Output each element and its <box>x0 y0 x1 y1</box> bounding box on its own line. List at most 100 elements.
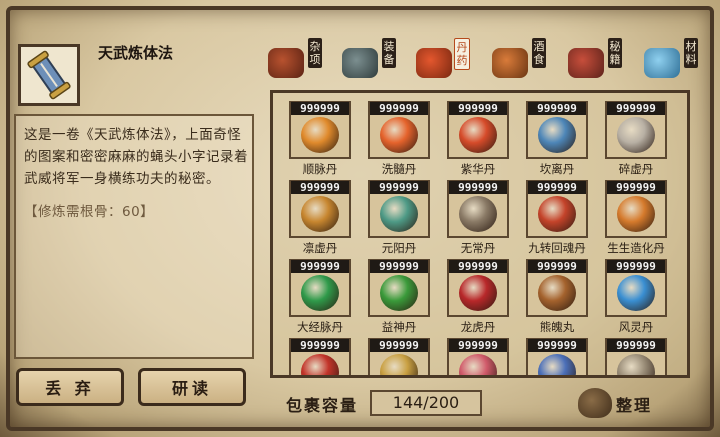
inventory-slot[interactable]: 999999 <box>524 338 590 375</box>
inventory-slot[interactable]: 999999 元阳丹 <box>366 180 432 255</box>
item-name: 九转回魂丹 <box>528 241 586 255</box>
item-quantity: 999999 <box>607 181 665 194</box>
item-quantity: 999999 <box>370 181 428 194</box>
pill-icon <box>538 275 576 311</box>
inventory-slot[interactable]: 999999 凛虚丹 <box>287 180 353 255</box>
item-name: 生生造化丹 <box>607 241 665 255</box>
food-icon <box>492 48 528 78</box>
item-quantity: 999999 <box>370 339 428 352</box>
manual-icon <box>568 48 604 78</box>
inventory-slot[interactable]: 999999 熊魄丸 <box>524 259 590 334</box>
tab-label: 杂项 <box>308 38 322 68</box>
discard-button[interactable]: 丢 弃 <box>16 368 124 406</box>
item-quantity: 999999 <box>528 260 586 273</box>
tab-label: 材料 <box>684 38 698 68</box>
inventory-grid: 999999 顺脉丹 999999 洗髓丹 999999 紫华丹 999999 坎离丹 9999… <box>270 90 690 378</box>
item-quantity: 999999 <box>449 260 507 273</box>
tab-manual[interactable]: 秘籍 <box>566 36 624 86</box>
tab-misc[interactable]: 杂项 <box>266 36 324 86</box>
selected-item-icon <box>18 44 80 106</box>
item-quantity: 999999 <box>528 339 586 352</box>
item-quantity: 999999 <box>607 339 665 352</box>
pill-icon <box>380 117 418 153</box>
item-description: 这是一卷《天武炼体法》，上面奇怪的图案和密密麻麻的蝇头小字记录着武威将军一身横练… <box>24 127 248 187</box>
tab-label: 酒食 <box>532 38 546 68</box>
pill-icon <box>617 196 655 232</box>
pill-icon <box>459 117 497 153</box>
item-quantity: 999999 <box>370 102 428 115</box>
tab-label: 丹药 <box>454 38 470 70</box>
item-name: 元阳丹 <box>381 241 417 255</box>
inventory-slot[interactable]: 999999 紫华丹 <box>445 101 511 176</box>
inventory-slot[interactable]: 999999 九转回魂丹 <box>524 180 590 255</box>
item-quantity: 999999 <box>291 181 349 194</box>
item-name: 凛虚丹 <box>302 241 338 255</box>
pill-icon <box>538 117 576 153</box>
inventory-slot[interactable]: 999999 <box>366 338 432 375</box>
item-name: 紫华丹 <box>460 162 496 176</box>
item-name: 顺脉丹 <box>302 162 338 176</box>
inventory-slot[interactable]: 999999 <box>445 338 511 375</box>
tab-food[interactable]: 酒食 <box>490 36 548 86</box>
inventory-slot[interactable]: 999999 碎虚丹 <box>603 101 669 176</box>
inventory-slot[interactable]: 999999 益神丹 <box>366 259 432 334</box>
tab-equipment[interactable]: 装备 <box>340 36 398 86</box>
item-quantity: 999999 <box>607 102 665 115</box>
jar-icon <box>268 48 304 78</box>
inventory-slot[interactable]: 999999 坎离丹 <box>524 101 590 176</box>
study-button[interactable]: 研读 <box>138 368 246 406</box>
pill-icon <box>301 196 339 232</box>
inventory-screen: 天武炼体法 这是一卷《天武炼体法》，上面奇怪的图案和密密麻麻的蝇头小字记录着武威… <box>0 0 720 437</box>
pill-icon <box>538 196 576 232</box>
item-quantity: 999999 <box>449 102 507 115</box>
pill-icon <box>380 275 418 311</box>
inventory-slot[interactable]: 999999 <box>287 338 353 375</box>
item-quantity: 999999 <box>291 339 349 352</box>
inventory-slot[interactable]: 999999 大经脉丹 <box>287 259 353 334</box>
item-name: 熊魄丸 <box>539 320 575 334</box>
item-quantity: 999999 <box>449 181 507 194</box>
pill-icon <box>301 275 339 311</box>
item-quantity: 999999 <box>607 260 665 273</box>
item-name: 龙虎丹 <box>460 320 496 334</box>
tab-elixir[interactable]: 丹药 <box>414 36 472 86</box>
pill-icon <box>459 196 497 232</box>
item-quantity: 999999 <box>528 102 586 115</box>
inventory-slot[interactable]: 999999 风灵丹 <box>603 259 669 334</box>
item-quantity: 999999 <box>528 181 586 194</box>
sort-label: 整理 <box>616 396 653 415</box>
tab-label: 秘籍 <box>608 38 622 68</box>
item-name: 洗髓丹 <box>381 162 417 176</box>
tab-label: 装备 <box>382 38 396 68</box>
sort-button[interactable]: 整理 <box>578 386 664 422</box>
pill-icon <box>459 275 497 311</box>
equipment-icon <box>342 48 378 78</box>
inventory-slot[interactable]: 999999 龙虎丹 <box>445 259 511 334</box>
item-quantity: 999999 <box>291 102 349 115</box>
capacity-value: 144/200 <box>370 390 482 416</box>
item-name: 益神丹 <box>381 320 417 334</box>
inventory-slot[interactable]: 999999 顺脉丹 <box>287 101 353 176</box>
bag-icon <box>578 388 612 418</box>
item-name: 风灵丹 <box>618 320 654 334</box>
item-name: 碎虚丹 <box>618 162 654 176</box>
item-quantity: 999999 <box>370 260 428 273</box>
inventory-slot[interactable]: 999999 洗髓丹 <box>366 101 432 176</box>
capacity-label: 包裹容量 <box>286 396 359 415</box>
pill-icon <box>617 275 655 311</box>
item-name: 大经脉丹 <box>297 320 343 334</box>
inventory-slot[interactable]: 999999 无常丹 <box>445 180 511 255</box>
item-name: 坎离丹 <box>539 162 575 176</box>
inventory-slot[interactable]: 999999 生生造化丹 <box>603 180 669 255</box>
elixir-icon <box>416 48 452 78</box>
item-quantity: 999999 <box>449 339 507 352</box>
item-quantity: 999999 <box>291 260 349 273</box>
item-name: 无常丹 <box>460 241 496 255</box>
item-title: 天武炼体法 <box>98 44 174 62</box>
tab-material[interactable]: 材料 <box>642 36 700 86</box>
scroll-icon <box>27 50 71 100</box>
pill-icon <box>380 196 418 232</box>
inventory-slot[interactable]: 999999 <box>603 338 669 375</box>
crystal-icon <box>644 48 680 78</box>
item-requirement: 【修炼需根骨：60】 <box>24 204 155 220</box>
